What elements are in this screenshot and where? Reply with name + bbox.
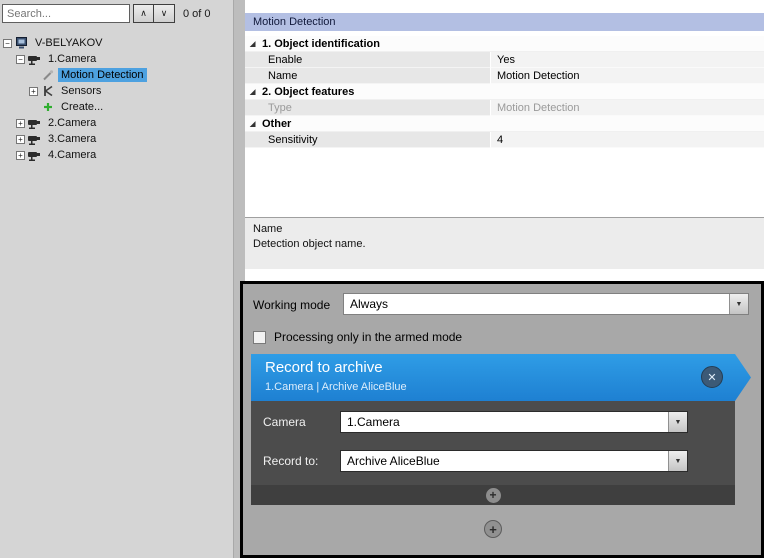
tree-item-label: Motion Detection <box>58 68 147 82</box>
armed-mode-row[interactable]: Processing only in the armed mode <box>253 330 462 344</box>
property-group-header[interactable]: ◢ 1. Object identification <box>245 36 764 52</box>
property-group-header[interactable]: ◢ 2. Object features <box>245 84 764 100</box>
group-title: 1. Object identification <box>262 38 380 50</box>
expand-expander-icon[interactable]: + <box>29 87 38 96</box>
rule-settings-panel: Camera 1.Camera ▼ Record to: Archive Ali… <box>251 401 735 505</box>
tree-item-sensors[interactable]: + Sensors <box>0 83 233 99</box>
search-prev-button[interactable]: ∧ <box>133 4 154 23</box>
chevron-down-icon: ∨ <box>161 8 168 19</box>
search-next-button[interactable]: ∨ <box>154 4 175 23</box>
property-value[interactable]: 4 <box>490 132 764 148</box>
tree-item-label: 4.Camera <box>45 148 99 162</box>
camera-select[interactable]: 1.Camera ▼ <box>340 411 688 433</box>
expand-expander-icon[interactable]: + <box>16 119 25 128</box>
chevron-down-icon[interactable]: ▼ <box>729 294 748 314</box>
camera-label: Camera <box>263 415 306 429</box>
armed-mode-checkbox[interactable] <box>253 331 266 344</box>
add-action-strip: + <box>251 485 735 505</box>
sensors-icon <box>41 85 55 97</box>
tree-item-label: 2.Camera <box>45 116 99 130</box>
property-label: Type <box>245 100 490 116</box>
property-row: Name Motion Detection <box>245 68 764 84</box>
properties-panel: Motion Detection ◢ 1. Object identificat… <box>245 0 764 281</box>
tree-item-label: 1.Camera <box>45 52 99 66</box>
collapse-expander-icon[interactable]: − <box>16 55 25 64</box>
camera-icon <box>28 54 42 65</box>
computer-icon <box>15 37 29 49</box>
motion-detection-icon <box>41 69 55 81</box>
camera-icon <box>28 118 42 129</box>
properties-header: Motion Detection <box>245 13 764 31</box>
record-to-select[interactable]: Archive AliceBlue ▼ <box>340 450 688 472</box>
property-value[interactable]: Motion Detection <box>490 68 764 84</box>
property-grid: ◢ 1. Object identification Enable Yes Na… <box>245 36 764 148</box>
add-rule-row: + <box>251 520 735 538</box>
tree-item-label: V-BELYAKOV <box>32 36 105 50</box>
tree-item-label: 3.Camera <box>45 132 99 146</box>
app-window: ∧ ∨ 0 of 0 − V-BELYAKOV − <box>0 0 764 558</box>
description-title: Name <box>253 223 756 235</box>
tree-item-camera-4[interactable]: + 4.Camera <box>0 147 233 163</box>
chevron-down-icon[interactable]: ▼ <box>668 412 687 432</box>
tree-item-server[interactable]: − V-BELYAKOV <box>0 35 233 51</box>
group-expanded-icon: ◢ <box>250 120 262 128</box>
tree-item-motion-detection[interactable]: Motion Detection <box>0 67 233 83</box>
property-row: Enable Yes <box>245 52 764 68</box>
record-to-row: Record to: Archive AliceBlue ▼ <box>251 450 735 474</box>
detection-settings-panel: Working mode Always ▼ Processing only in… <box>240 281 764 558</box>
property-value[interactable]: Yes <box>490 52 764 68</box>
record-to-label: Record to: <box>263 454 318 468</box>
property-row: Type Motion Detection <box>245 100 764 116</box>
collapse-expander-icon[interactable]: − <box>3 39 12 48</box>
armed-mode-label: Processing only in the armed mode <box>274 330 462 344</box>
add-rule-button[interactable]: + <box>484 520 502 538</box>
chevron-down-icon[interactable]: ▼ <box>668 451 687 471</box>
tree-item-create[interactable]: Create... <box>0 99 233 115</box>
tree-item-label: Sensors <box>58 84 104 98</box>
camera-icon <box>28 150 42 161</box>
expand-expander-icon[interactable]: + <box>16 151 25 160</box>
group-expanded-icon: ◢ <box>250 40 262 48</box>
property-label: Name <box>245 68 490 84</box>
add-action-button[interactable]: + <box>486 488 501 503</box>
search-result-counter: 0 of 0 <box>183 8 211 20</box>
group-title: Other <box>262 118 291 130</box>
search-input[interactable] <box>2 4 130 23</box>
property-label: Sensitivity <box>245 132 490 148</box>
working-mode-label: Working mode <box>253 298 330 312</box>
property-group-header[interactable]: ◢ Other <box>245 116 764 132</box>
record-to-value: Archive AliceBlue <box>341 454 668 468</box>
device-tree-panel: ∧ ∨ 0 of 0 − V-BELYAKOV − <box>0 0 233 558</box>
tree-item-camera-2[interactable]: + 2.Camera <box>0 115 233 131</box>
tree-item-camera-1[interactable]: − 1.Camera <box>0 51 233 67</box>
group-expanded-icon: ◢ <box>250 88 262 96</box>
property-row: Sensitivity 4 <box>245 132 764 148</box>
property-value: Motion Detection <box>490 100 764 116</box>
group-title: 2. Object features <box>262 86 354 98</box>
create-plus-icon <box>41 101 55 113</box>
camera-row: Camera 1.Camera ▼ <box>251 411 735 435</box>
working-mode-select[interactable]: Always ▼ <box>343 293 749 315</box>
description-text: Detection object name. <box>253 238 756 250</box>
working-mode-value: Always <box>344 297 729 311</box>
property-label: Enable <box>245 52 490 68</box>
tree-item-label: Create... <box>58 100 106 114</box>
search-bar: ∧ ∨ 0 of 0 <box>0 0 233 23</box>
banner-title: Record to archive <box>265 359 383 376</box>
tree-item-camera-3[interactable]: + 3.Camera <box>0 131 233 147</box>
close-icon[interactable]: ✕ <box>701 366 723 388</box>
camera-value: 1.Camera <box>341 415 668 429</box>
banner-subtitle: 1.Camera | Archive AliceBlue <box>265 381 407 393</box>
chevron-up-icon: ∧ <box>140 8 147 19</box>
expand-expander-icon[interactable]: + <box>16 135 25 144</box>
property-description: Name Detection object name. <box>245 217 764 269</box>
record-to-archive-banner: Record to archive 1.Camera | Archive Ali… <box>251 354 751 401</box>
camera-icon <box>28 134 42 145</box>
device-tree: − V-BELYAKOV − <box>0 35 233 163</box>
